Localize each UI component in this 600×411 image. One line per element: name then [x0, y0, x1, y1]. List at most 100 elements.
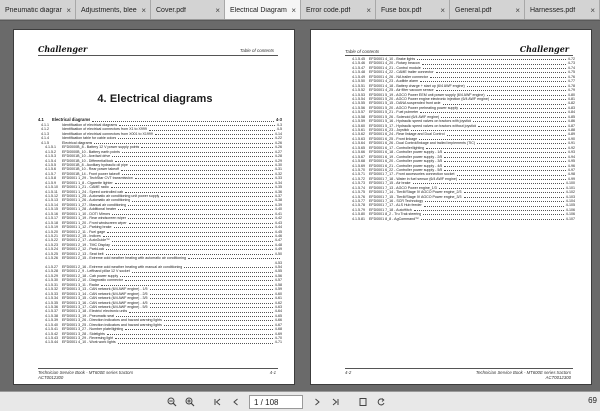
toc-leader [131, 269, 273, 273]
next-page-icon[interactable] [310, 395, 324, 409]
toc-leader [149, 301, 273, 304]
tab-electrical-diagrams[interactable]: Electrical Diagrams.pdf × [225, 0, 301, 19]
close-icon[interactable]: × [291, 6, 296, 15]
close-icon[interactable]: × [215, 6, 220, 15]
toc-leader [129, 163, 273, 167]
toc-leader [115, 336, 273, 340]
toc-entry-title: EFD0001 8_8 - AgCommand™ [369, 216, 419, 221]
toc-leader [421, 61, 566, 65]
first-page-icon[interactable] [211, 395, 225, 409]
close-icon[interactable]: × [440, 6, 445, 15]
toc-leader [420, 110, 566, 114]
toc-leader [412, 181, 564, 185]
table-of-contents: 4.1.5.45 EFD0001 4_10 - Brake lights 4-72 4… [345, 57, 575, 221]
rotate-icon[interactable] [374, 395, 388, 409]
toc-leader [113, 225, 273, 229]
toc-leader [119, 123, 275, 127]
toc-leader [127, 216, 273, 220]
tab-label: Electrical Diagrams.pdf [230, 6, 287, 14]
toc-leader [149, 296, 273, 300]
tab-adjustments[interactable]: Adjustments, bleedin... × [76, 0, 151, 19]
toc-leader [125, 327, 273, 331]
toc-leader [163, 323, 273, 326]
toc-leader [444, 164, 566, 167]
tab-harnesses[interactable]: Harnesses.pdf × [525, 0, 600, 19]
toc-leader [420, 217, 564, 220]
close-icon[interactable]: × [141, 6, 146, 15]
toc-leader [116, 314, 273, 317]
toc-leader [442, 101, 566, 105]
toc-leader [129, 309, 273, 313]
toc-leader [486, 93, 566, 96]
toc-leader [141, 145, 273, 149]
close-icon[interactable]: × [66, 6, 71, 15]
toc-leader [118, 136, 273, 140]
document-tab-bar: Pneumatic diagrams.pdf × Adjustments, bl… [0, 0, 600, 20]
toc-leader [100, 283, 273, 286]
zoom-out-icon[interactable] [165, 395, 179, 409]
toc-leader [444, 150, 566, 154]
toc-leader [438, 186, 564, 189]
toc-leader [102, 234, 273, 238]
toc-leader [466, 84, 566, 87]
toc-entry-number: 4.1.5.44 [45, 340, 58, 345]
footer-rule [38, 368, 278, 369]
toc-leader [425, 199, 564, 203]
toc-leader [92, 117, 274, 122]
toc-leader [423, 212, 564, 216]
zoom-level-readout: 69 [588, 396, 597, 405]
toc-leader [121, 167, 273, 171]
toc-entry[interactable]: 4.1.5.81 EFD0001 8_8 - AgCommand™ 4-107 [345, 217, 575, 221]
toc-leader [413, 208, 564, 212]
tab-general[interactable]: General.pdf × [450, 0, 525, 19]
toc-leader [64, 261, 273, 264]
tab-cover[interactable]: Cover.pdf × [151, 0, 225, 19]
tab-fuse-box[interactable]: Fuse box.pdf × [376, 0, 450, 19]
footer-page-number: 4-2 [345, 370, 352, 375]
toc-leader [121, 172, 273, 175]
toc-leader [111, 243, 273, 246]
brand-logo: Challenger [519, 44, 569, 54]
toc-leader [463, 195, 564, 198]
toc-leader [161, 194, 273, 198]
header-rule [345, 55, 573, 56]
toc-leader [463, 190, 564, 194]
tab-pneumatic-diagrams[interactable]: Pneumatic diagrams.pdf × [0, 0, 76, 19]
toc-leader [112, 212, 273, 215]
toc-leader [107, 230, 273, 233]
viewer-toolbar: 1 / 108 69 [0, 391, 600, 411]
toc-leader [121, 150, 273, 153]
toc-leader [149, 292, 273, 295]
table-of-contents: 4.1 Electrical diagrams 4-3 4.1.1 Identifica… [38, 117, 282, 345]
zoom-in-icon[interactable] [183, 395, 197, 409]
document-viewport[interactable]: Challenger Table of contents 4. Electric… [0, 21, 600, 391]
brand-logo: Challenger [38, 44, 88, 54]
toc-leader [435, 88, 566, 92]
fit-page-icon[interactable] [356, 395, 370, 409]
last-page-icon[interactable] [328, 395, 342, 409]
toc-leader [444, 159, 566, 163]
toc-leader [149, 287, 273, 291]
toc-entry-number: 4.1.5.81 [352, 216, 365, 221]
toc-leader [419, 137, 566, 141]
toc-leader [429, 75, 566, 78]
toc-leader [426, 146, 566, 149]
previous-page-icon[interactable] [229, 395, 243, 409]
tab-label: Pneumatic diagrams.pdf [5, 6, 62, 14]
toc-leader [491, 97, 566, 101]
tab-error-code[interactable]: Error code.pdf × [301, 0, 376, 19]
page-number-input[interactable]: 1 / 108 [249, 395, 303, 409]
pdf-page-left: Challenger Table of contents 4. Electric… [13, 29, 295, 385]
toc-leader [117, 340, 273, 344]
toc-leader [163, 318, 273, 322]
toc-leader [134, 176, 273, 180]
close-icon[interactable]: × [590, 6, 595, 15]
close-icon[interactable]: × [515, 6, 520, 15]
toc-leader [417, 57, 566, 61]
toc-leader [422, 66, 566, 70]
close-icon[interactable]: × [366, 6, 371, 15]
toc-leader [478, 124, 566, 127]
toc-leader [446, 132, 566, 136]
toc-entry[interactable]: 4.1.5.44 EFD0001 4_10 - Work work lights 4… [38, 340, 282, 344]
toc-leader [411, 128, 566, 132]
